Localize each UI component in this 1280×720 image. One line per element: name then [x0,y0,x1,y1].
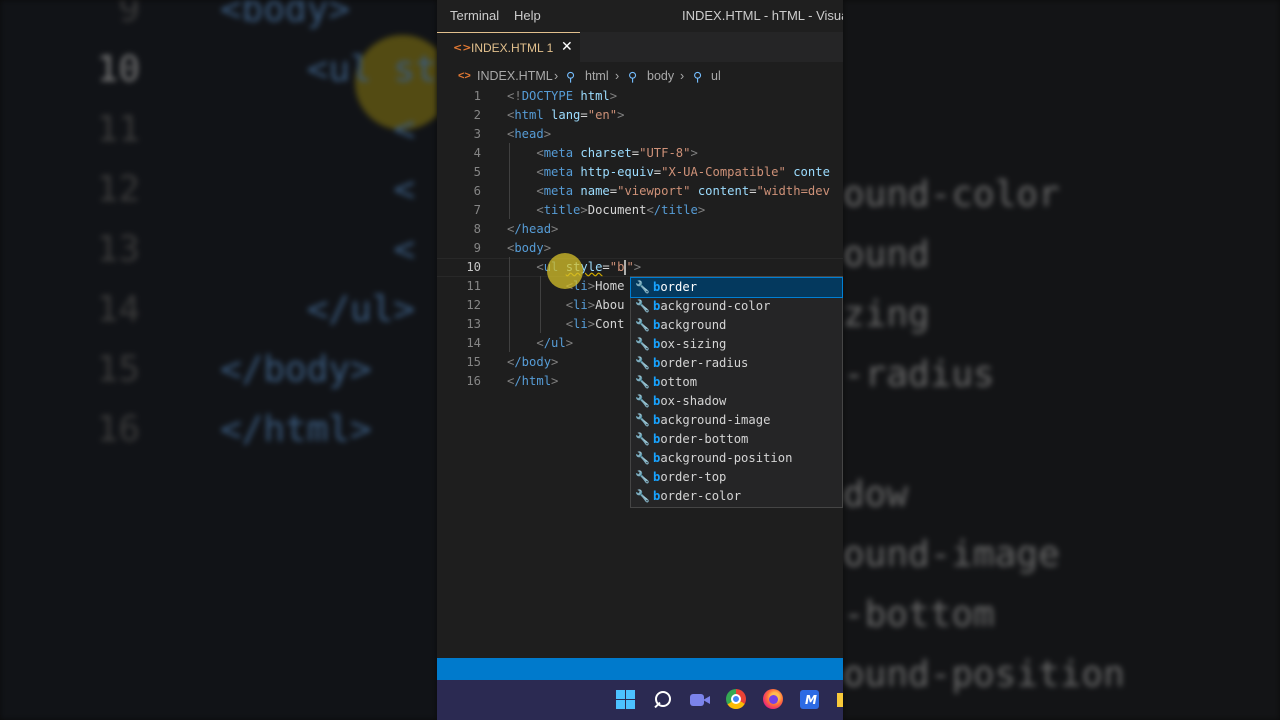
suggestion-item[interactable]: 🔧 border-bottom [631,430,842,449]
tab-label: INDEX.HTML 1 [471,41,554,55]
bg-line: ound-image [843,534,1060,575]
suggestion-item[interactable]: 🔧 border-top [631,468,842,487]
menu-terminal[interactable]: Terminal [450,8,499,23]
breadcrumb-separator: › [615,69,620,83]
breadcrumb-file[interactable]: INDEX.HTML [477,69,553,83]
firefox-icon[interactable] [763,689,785,711]
taskbar: M [437,680,843,720]
suggestion-item[interactable]: 🔧 background-image [631,411,842,430]
property-icon: 🔧 [635,413,650,427]
property-icon: 🔧 [635,489,650,503]
tab-bar: <> INDEX.HTML 1 ✕ [437,32,843,62]
breadcrumb-body[interactable]: body [647,69,674,83]
meet-icon[interactable] [689,689,711,711]
bg-line: ound [843,234,930,275]
bg-line: dow [843,474,909,515]
suggestion-item[interactable]: 🔧 border [630,277,843,298]
breadcrumb-ul[interactable]: ul [711,69,721,83]
suggestion-item[interactable]: 🔧 box-shadow [631,392,842,411]
code-line: 3 <head> [473,127,552,141]
suggestion-item[interactable]: 🔧 border-radius [631,354,842,373]
code-line: 1 <!DOCTYPE html> [473,89,618,103]
bg-line: 13 < [96,229,416,270]
bg-line: ound-position [843,654,1125,695]
property-icon: 🔧 [635,470,650,484]
status-bar [437,658,843,680]
bg-line: 15 </body> [96,349,372,390]
breadcrumb-separator: › [554,69,559,83]
background-right-blur: ound-color ound zing -radius dow ound-im… [843,0,1280,720]
code-line: 9 <body> [473,241,552,255]
symbol-icon: ⚲ [628,70,638,84]
bg-line: 14 </ul> [96,289,416,330]
vscode-window: Terminal Help INDEX.HTML - hTML - Visual… [437,0,843,720]
bg-line: -bottom [843,594,995,635]
property-icon: 🔧 [635,280,650,294]
close-icon[interactable]: ✕ [561,38,573,55]
code-line-active: 10 <ul style="b"> [466,260,642,275]
breadcrumb: <> INDEX.HTML › ⚲ html › ⚲ body › ⚲ ul [437,64,843,86]
property-icon: 🔧 [635,299,650,313]
property-icon: 🔧 [635,375,650,389]
bg-line: ound-color [843,174,1060,215]
property-icon: 🔧 [635,432,650,446]
suggestion-item[interactable]: 🔧 background-color [631,297,842,316]
bg-line: -radius [843,354,995,395]
html-file-icon: <> [453,41,472,54]
code-line: 6 <meta name="viewport" content="width=d… [473,184,830,198]
property-icon: 🔧 [635,318,650,332]
suggestion-item[interactable]: 🔧 background [631,316,842,335]
breadcrumb-html[interactable]: html [585,69,609,83]
app-icon[interactable]: M [800,689,822,711]
background-left-blur: 9 <body> 10 <ul sty 11 < 12 < 13 < 14 </u… [0,0,437,720]
code-line: 2 <html lang="en"> [473,108,625,122]
bg-line: 16 </html> [96,409,372,450]
bg-line: 10 <ul sty [96,49,437,90]
code-line: 7 <title>Document</title> [473,203,706,217]
html-file-icon: <> [458,70,471,82]
code-line: 5 <meta http-equiv="X-UA-Compatible" con… [473,165,830,179]
code-line: 4 <meta charset="UTF-8"> [473,146,698,160]
suggestion-item[interactable]: 🔧 box-sizing [631,335,842,354]
code-line: 8 </head> [473,222,559,236]
chrome-icon[interactable] [726,689,748,711]
suggestion-item[interactable]: 🔧 bottom [631,373,842,392]
bg-line: zing [843,294,930,335]
bg-line: 11 < [96,109,416,150]
search-icon[interactable] [652,689,674,711]
bg-line: 9 <body> [118,0,351,30]
symbol-icon: ⚲ [566,70,576,84]
suggestion-item[interactable]: 🔧 background-position [631,449,842,468]
property-icon: 🔧 [635,356,650,370]
suggestion-widget[interactable]: 🔧 border 🔧 background-color 🔧 background 🔧 b… [630,276,843,508]
window-title: INDEX.HTML - hTML - Visual Studio Code [682,8,843,23]
breadcrumb-separator: › [680,69,685,83]
tab-index-html[interactable]: <> INDEX.HTML 1 ✕ [437,32,580,62]
property-icon: 🔧 [635,337,650,351]
property-icon: 🔧 [635,451,650,465]
suggestion-item[interactable]: 🔧 border-color [631,487,842,506]
menu-help[interactable]: Help [514,8,541,23]
windows-start-icon[interactable] [615,689,637,711]
property-icon: 🔧 [635,394,650,408]
title-bar: Terminal Help INDEX.HTML - hTML - Visual… [437,0,843,32]
mouse-cursor-highlight [547,253,583,289]
folder-icon[interactable] [837,689,843,711]
symbol-icon: ⚲ [693,70,703,84]
bg-line: 12 < [96,169,416,210]
